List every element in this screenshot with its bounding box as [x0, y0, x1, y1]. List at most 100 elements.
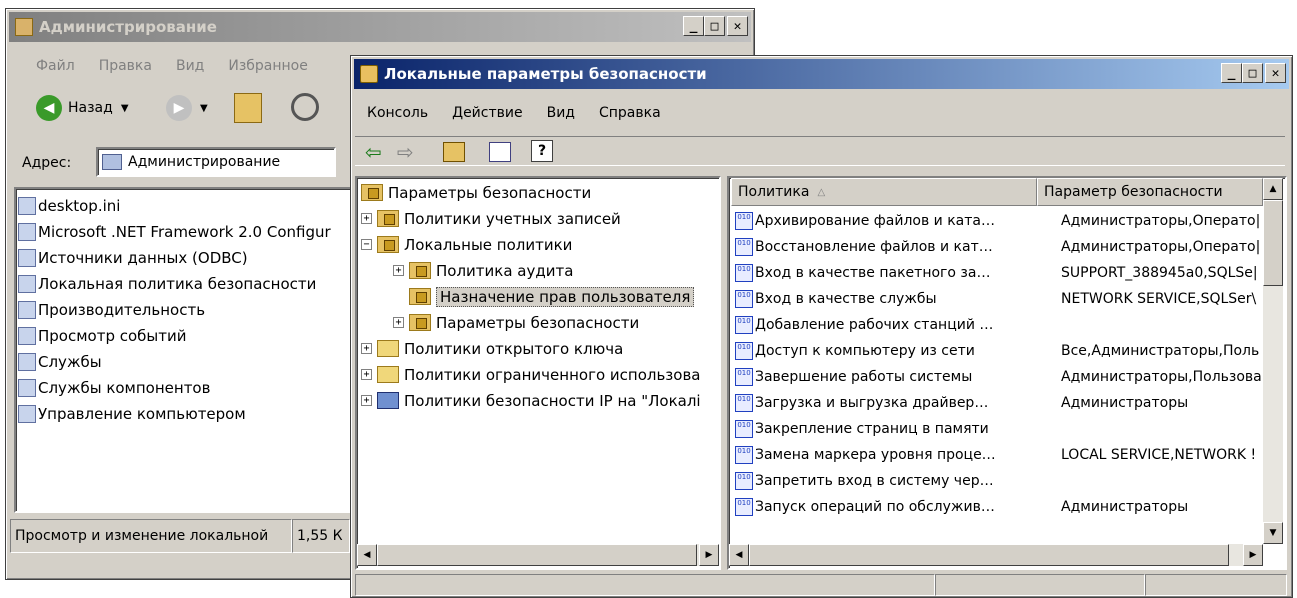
- menu-view[interactable]: Вид: [535, 105, 587, 121]
- scroll-thumb[interactable]: [749, 544, 1229, 566]
- table-row[interactable]: 010 Восстановление файлов и кат… Администр…: [735, 234, 1291, 259]
- tree-item[interactable]: + Политика аудита: [393, 258, 573, 283]
- table-row[interactable]: 010 Вход в качестве службы NETWORK SERVICE…: [735, 286, 1291, 311]
- table-row[interactable]: 010 Запуск операций по обслужив… Администр…: [735, 494, 1291, 519]
- tree-item-selected[interactable]: Назначение прав пользователя: [409, 284, 695, 309]
- event-viewer-icon: [18, 326, 36, 345]
- maximize-button[interactable]: □: [1242, 63, 1263, 83]
- collapse-icon[interactable]: −: [361, 239, 372, 250]
- tree-item-label: Параметры безопасности: [436, 313, 640, 332]
- scroll-thumb[interactable]: [377, 544, 697, 566]
- menu-help[interactable]: Справка: [587, 105, 673, 121]
- forward-dropdown-icon: ▼: [200, 102, 208, 114]
- list-hscrollbar[interactable]: ◀ ▶: [729, 544, 1263, 566]
- tree-item[interactable]: Параметры безопасности: [361, 180, 591, 205]
- scroll-left-icon[interactable]: ◀: [357, 544, 377, 566]
- menu-view[interactable]: Вид: [164, 58, 216, 74]
- file-item[interactable]: Службы: [18, 349, 102, 374]
- forward-arrow-icon[interactable]: ⇨: [397, 140, 414, 164]
- menu-file[interactable]: Файл: [24, 58, 87, 74]
- scroll-left-icon[interactable]: ◀: [729, 544, 749, 566]
- column-policy[interactable]: Политика △: [731, 178, 1037, 206]
- file-label: Локальная политика безопасности: [38, 274, 317, 293]
- tree-item[interactable]: + Политики безопасности IP на "Локалі: [361, 388, 701, 413]
- file-item[interactable]: Просмотр событий: [18, 323, 187, 348]
- table-row[interactable]: 010 Загрузка и выгрузка драйвер… Администр…: [735, 390, 1291, 415]
- tree-item[interactable]: + Политики открытого ключа: [361, 336, 623, 361]
- table-row[interactable]: 010 Замена маркера уровня проце… LOCAL SER…: [735, 442, 1291, 467]
- expand-icon[interactable]: +: [393, 265, 404, 276]
- tree-item-label: Назначение прав пользователя: [436, 286, 695, 307]
- tree-item[interactable]: + Политики учетных записей: [361, 206, 621, 231]
- scroll-down-icon[interactable]: ▼: [1263, 522, 1283, 544]
- file-item[interactable]: desktop.ini: [18, 193, 120, 218]
- back-label: Назад: [68, 100, 113, 116]
- show-hide-tree-icon[interactable]: [489, 142, 511, 162]
- close-button[interactable]: ✕: [1265, 63, 1286, 83]
- back-button[interactable]: ◀ Назад ▼: [36, 95, 129, 121]
- list-vscrollbar[interactable]: ▲ ▼: [1263, 178, 1283, 544]
- policy-icon: 010: [735, 237, 753, 256]
- tree-item-label: Политика аудита: [436, 261, 574, 280]
- performance-icon: [18, 300, 36, 319]
- computer-management-icon: [18, 404, 36, 423]
- expand-icon[interactable]: +: [393, 317, 404, 328]
- table-row[interactable]: 010 Архивирование файлов и ката… Администр…: [735, 208, 1291, 233]
- minimize-button[interactable]: _: [683, 16, 704, 36]
- scroll-up-icon[interactable]: ▲: [1263, 178, 1283, 200]
- tree-hscrollbar[interactable]: ◀ ▶: [357, 544, 719, 566]
- expand-icon[interactable]: +: [361, 395, 372, 406]
- menu-edit[interactable]: Правка: [87, 58, 164, 74]
- file-item[interactable]: Локальная политика безопасности: [18, 271, 316, 296]
- forward-button[interactable]: ▶ ▼: [166, 95, 208, 121]
- status-text: Просмотр и изменение локальной: [10, 519, 292, 553]
- security-menubar: Консоль Действие Вид Справка: [355, 100, 673, 126]
- tree-item[interactable]: − Локальные политики: [361, 232, 572, 257]
- table-row[interactable]: 010 Добавление рабочих станций …: [735, 312, 1291, 337]
- policy-name: Архивирование файлов и ката…: [755, 212, 995, 229]
- file-label: Службы компонентов: [38, 378, 211, 397]
- menu-console[interactable]: Консоль: [355, 105, 440, 121]
- table-row[interactable]: 010 Закрепление страниц в памяти: [735, 416, 1291, 441]
- security-titlebar[interactable]: Локальные параметры безопасности _ □ ✕: [354, 59, 1289, 89]
- expand-icon[interactable]: +: [361, 369, 372, 380]
- column-setting[interactable]: Параметр безопасности: [1037, 178, 1263, 206]
- menu-favorites[interactable]: Избранное: [216, 58, 320, 74]
- file-item[interactable]: Microsoft .NET Framework 2.0 Configur: [18, 219, 331, 244]
- back-arrow-icon[interactable]: ⇦: [365, 140, 382, 164]
- policy-name: Замена маркера уровня проце…: [755, 446, 996, 463]
- file-item[interactable]: Службы компонентов: [18, 375, 210, 400]
- tree-item-label: Локальные политики: [404, 235, 573, 254]
- tree-item[interactable]: + Параметры безопасности: [393, 310, 639, 335]
- expand-icon[interactable]: +: [361, 343, 372, 354]
- status-pane-main: [355, 574, 935, 596]
- scroll-right-icon[interactable]: ▶: [1243, 544, 1263, 566]
- tree-item[interactable]: + Политики ограниченного использова: [361, 362, 700, 387]
- search-icon[interactable]: [291, 93, 319, 121]
- up-folder-icon[interactable]: [443, 142, 465, 162]
- table-row[interactable]: 010 Вход в качестве пакетного за… SUPPORT_…: [735, 260, 1291, 285]
- file-item[interactable]: Источники данных (ODBC): [18, 245, 248, 270]
- table-row[interactable]: 010 Запретить вход в систему чер…: [735, 468, 1291, 493]
- admin-titlebar[interactable]: Администрирование _ □ ✕: [9, 12, 751, 42]
- minimize-button[interactable]: _: [1221, 63, 1242, 83]
- policy-setting: Администраторы,Операто|: [1061, 238, 1261, 255]
- security-settings-icon: [361, 184, 383, 201]
- up-folder-icon[interactable]: [234, 93, 262, 123]
- file-item[interactable]: Управление компьютером: [18, 401, 246, 426]
- status-pane-2: [935, 574, 1145, 596]
- admin-folder-icon: [15, 18, 33, 36]
- file-item[interactable]: Производительность: [18, 297, 205, 322]
- expand-icon[interactable]: +: [361, 213, 372, 224]
- help-icon[interactable]: ?: [531, 140, 553, 162]
- scroll-right-icon[interactable]: ▶: [699, 544, 719, 566]
- maximize-button[interactable]: □: [704, 16, 725, 36]
- table-row[interactable]: 010 Доступ к компьютеру из сети Все,Админи…: [735, 338, 1291, 363]
- file-label: Производительность: [38, 300, 206, 319]
- table-row[interactable]: 010 Завершение работы системы Администрато…: [735, 364, 1291, 389]
- close-button[interactable]: ✕: [727, 16, 748, 36]
- menu-action[interactable]: Действие: [440, 105, 534, 121]
- policy-icon: 010: [735, 393, 753, 412]
- address-field[interactable]: Администрирование: [96, 147, 336, 177]
- scroll-thumb[interactable]: [1263, 200, 1283, 286]
